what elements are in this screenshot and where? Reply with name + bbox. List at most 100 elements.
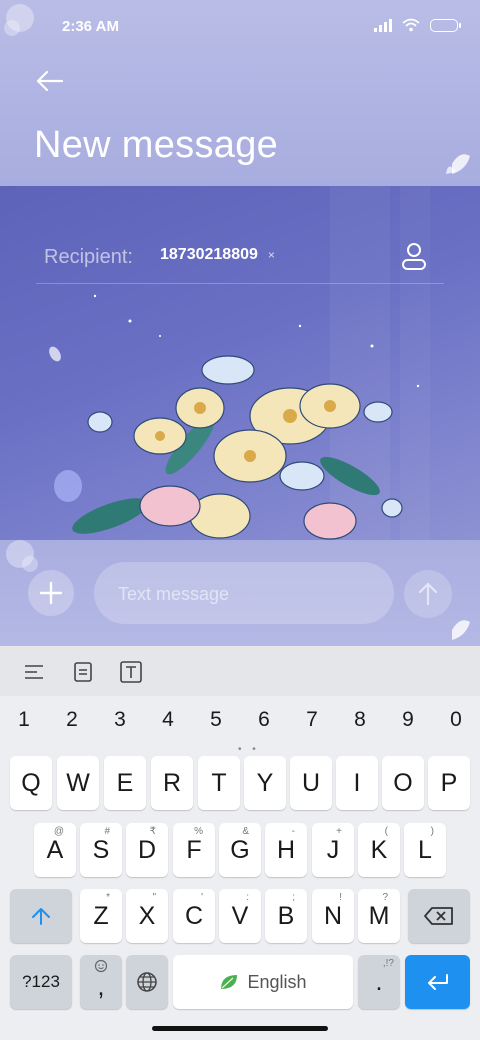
page-indicator: • •	[238, 744, 260, 755]
emoji-comma-key[interactable]: ,	[80, 955, 122, 1009]
leaf-icon	[221, 975, 238, 989]
key-m[interactable]: ? M	[358, 889, 400, 943]
enter-key[interactable]	[405, 955, 470, 1009]
status-bar: 2:36 AM	[0, 0, 480, 56]
key-x[interactable]: " X	[126, 889, 168, 943]
battery-icon	[430, 18, 461, 32]
recipient-number: 18730218809	[160, 246, 258, 263]
key-1[interactable]: 1	[0, 708, 48, 732]
period-key[interactable]: ,!? .	[358, 955, 400, 1009]
key-4[interactable]: 4	[144, 708, 192, 732]
key-a-label: A	[46, 835, 64, 864]
key-n-alt: !	[339, 892, 342, 903]
signal-icon	[374, 18, 392, 32]
key-j[interactable]: + J	[312, 823, 354, 877]
key-z[interactable]: * Z	[80, 889, 122, 943]
clipboard-icon[interactable]	[71, 660, 95, 684]
key-p[interactable]: P	[428, 756, 470, 810]
key-v[interactable]: :V	[219, 889, 261, 943]
recipient-chip[interactable]: 18730218809 ×	[160, 246, 275, 264]
symbols-key[interactable]: ?123	[10, 955, 72, 1009]
key-b-alt: ;	[292, 892, 295, 903]
key-z-label: Z	[93, 901, 109, 930]
key-l-label: L	[418, 835, 432, 864]
recipient-label: Recipient:	[44, 246, 133, 268]
key-h-alt: -	[291, 826, 295, 837]
key-m-label: M	[368, 901, 390, 930]
header: 2:36 AM New message	[0, 0, 480, 186]
key-s[interactable]: # S	[80, 823, 122, 877]
key-y[interactable]: Y	[244, 756, 286, 810]
key-f-alt: %	[194, 826, 203, 837]
key-n[interactable]: ! N	[312, 889, 354, 943]
emoji-icon	[94, 959, 108, 973]
key-h[interactable]: -H	[265, 823, 307, 877]
keyboard-toolbar	[0, 646, 480, 696]
key-u[interactable]: U	[290, 756, 332, 810]
key-c[interactable]: ' C	[173, 889, 215, 943]
key-3[interactable]: 3	[96, 708, 144, 732]
key-k-alt: (	[384, 826, 388, 837]
key-f[interactable]: % F	[173, 823, 215, 877]
key-w[interactable]: W	[57, 756, 99, 810]
key-9[interactable]: 9	[384, 708, 432, 732]
key-l[interactable]: ) L	[404, 823, 446, 877]
key-m-alt: ?	[382, 892, 388, 903]
key-q[interactable]: Q	[10, 756, 52, 810]
comma-label: ,	[97, 972, 105, 1001]
key-c-alt: '	[201, 892, 203, 903]
send-button[interactable]	[404, 570, 452, 618]
key-c-label: C	[184, 901, 204, 930]
key-5[interactable]: 5	[192, 708, 240, 732]
status-icons	[374, 18, 461, 32]
key-n-label: N	[323, 901, 343, 930]
key-b[interactable]: ; B	[265, 889, 307, 943]
period-alt: ,!?	[382, 958, 394, 969]
key-e[interactable]: E	[104, 756, 146, 810]
number-row: 1 2 3 4 5 6 7 8 9 0	[0, 708, 480, 742]
key-k-label: K	[370, 835, 388, 864]
key-s-alt: #	[104, 826, 110, 837]
key-o[interactable]: O	[382, 756, 424, 810]
recipient-row: Recipient: 18730218809 ×	[36, 228, 444, 284]
key-i[interactable]: I	[336, 756, 378, 810]
key-g[interactable]: & G	[219, 823, 261, 877]
key-t[interactable]: T	[198, 756, 240, 810]
globe-icon	[137, 972, 157, 992]
key-l-alt: )	[430, 826, 434, 837]
period-label: .	[375, 967, 383, 996]
contact-icon[interactable]	[400, 240, 428, 272]
language-key[interactable]	[126, 955, 168, 1009]
space-key[interactable]: English	[173, 955, 353, 1009]
space-label: English	[247, 971, 307, 992]
key-f-label: F	[186, 835, 202, 864]
shift-key[interactable]	[10, 889, 72, 943]
key-r[interactable]: R	[151, 756, 193, 810]
key-d[interactable]: ₹ D	[126, 823, 168, 877]
key-v-alt: :	[246, 892, 249, 903]
home-indicator[interactable]	[152, 1026, 328, 1031]
key-g-alt: &	[242, 826, 249, 837]
key-8[interactable]: 8	[336, 708, 384, 732]
key-j-label: J	[326, 835, 340, 864]
key-6[interactable]: 6	[240, 708, 288, 732]
attach-button[interactable]	[28, 570, 74, 616]
key-a-alt: @	[53, 826, 64, 837]
key-k[interactable]: (K	[358, 823, 400, 877]
message-input[interactable]: Text message	[94, 562, 394, 624]
message-area: Recipient: 18730218809 ×	[0, 186, 480, 540]
key-7[interactable]: 7	[288, 708, 336, 732]
composer: Text message	[0, 540, 480, 646]
back-arrow-icon[interactable]	[30, 64, 70, 98]
key-s-label: S	[92, 835, 110, 864]
key-2[interactable]: 2	[48, 708, 96, 732]
backspace-key[interactable]	[408, 889, 470, 943]
send-arrow-icon	[418, 582, 438, 606]
text-icon[interactable]	[119, 660, 143, 684]
key-0[interactable]: 0	[432, 708, 480, 732]
wifi-icon	[402, 18, 420, 32]
key-a[interactable]: @ A	[34, 823, 76, 877]
align-icon[interactable]	[22, 660, 46, 684]
remove-recipient-icon[interactable]: ×	[268, 248, 275, 262]
page-title: New message	[34, 124, 279, 166]
